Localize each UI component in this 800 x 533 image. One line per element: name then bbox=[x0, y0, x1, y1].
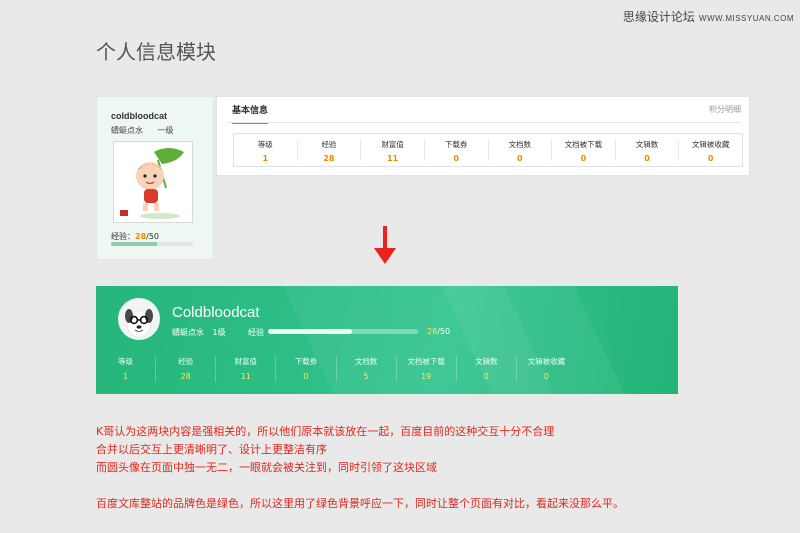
stat-value: 0 bbox=[644, 154, 650, 163]
new-stats-row: 等级 1 经验 28 财富值 11 下载券 0 文档数 5 文档被下载 19 文辑数 0 文辑… bbox=[96, 356, 576, 382]
old-level: 一级 bbox=[157, 126, 174, 135]
note-line: K哥认为这两块内容是强相关的，所以他们原本就该放在一起，百度目前的这种交互十分不… bbox=[96, 425, 555, 438]
stat-label: 等级 bbox=[257, 140, 273, 149]
cartoon-avatar-icon bbox=[114, 142, 192, 222]
old-stat-item[interactable]: 等级 1 bbox=[234, 139, 298, 163]
new-exp-label: 经验 bbox=[248, 328, 264, 337]
stat-label: 文辑被收藏 bbox=[527, 357, 566, 366]
stat-value: 0 bbox=[453, 154, 459, 163]
old-user-meta: 蜻蜓点水 一级 bbox=[111, 125, 174, 136]
old-stat-item[interactable]: 下载券 0 bbox=[425, 139, 489, 163]
stat-label: 经验 bbox=[321, 140, 337, 149]
stat-value: 11 bbox=[386, 154, 399, 163]
stat-label: 文档数 bbox=[508, 140, 532, 149]
old-stats-panel: 基本信息 积分明细 等级 1 经验 28 财富值 11 下载券 0 文档数 0 文档被下载… bbox=[216, 96, 750, 176]
dog-avatar-icon bbox=[120, 300, 158, 338]
stat-value: 11 bbox=[240, 372, 251, 381]
stat-value: 19 bbox=[421, 372, 432, 381]
old-username[interactable]: coldbloodcat bbox=[111, 111, 167, 121]
stat-value: 0 bbox=[543, 372, 549, 381]
new-nickname: 蜻蜓点水 bbox=[172, 328, 204, 337]
new-avatar[interactable] bbox=[118, 298, 160, 340]
new-profile-panel: Coldbloodcat 蜻蜓点水 1级 经验 28/50 等级 1 经验 28 财… bbox=[96, 286, 678, 394]
stat-value: 1 bbox=[262, 154, 269, 163]
stat-value: 0 bbox=[517, 154, 523, 163]
new-username[interactable]: Coldbloodcat bbox=[172, 304, 260, 321]
stat-label: 文辑被收藏 bbox=[691, 140, 730, 149]
stat-label: 财富值 bbox=[381, 140, 404, 149]
note-line: 百度文库整站的品牌色是绿色，所以这里用了绿色背景呼应一下，同时让整个页面有对比，… bbox=[96, 497, 624, 510]
new-stat-item[interactable]: 等级 1 bbox=[96, 356, 157, 382]
old-stat-item[interactable]: 文辑数 0 bbox=[616, 139, 680, 163]
design-notes: K哥认为这两块内容是强相关的，所以他们原本就该放在一起，百度目前的这种交互十分不… bbox=[96, 423, 624, 513]
new-stat-item[interactable]: 文档被下载 19 bbox=[397, 356, 457, 382]
old-exp-max: /50 bbox=[146, 232, 160, 241]
stat-value: 28 bbox=[323, 154, 335, 163]
old-exp-progress-fill bbox=[111, 242, 157, 246]
stat-value: 1 bbox=[123, 372, 129, 381]
old-avatar[interactable] bbox=[113, 141, 193, 223]
stat-label: 经验 bbox=[178, 357, 194, 366]
note-line: 而圆头像在页面中独一无二，一眼就会被关注到，同时引领了这块区域 bbox=[96, 461, 437, 474]
stat-value: 5 bbox=[363, 372, 369, 381]
old-stat-item[interactable]: 文档数 0 bbox=[489, 139, 553, 163]
stat-value: 0 bbox=[303, 372, 309, 381]
old-profile-card: coldbloodcat 蜻蜓点水 一级 经验：28/50 bbox=[96, 96, 214, 260]
new-exp-value: 28 bbox=[427, 327, 438, 336]
new-stat-item[interactable]: 文辑被收藏 0 bbox=[517, 356, 576, 382]
stat-label: 文档数 bbox=[354, 357, 378, 366]
new-stat-item[interactable]: 财富值 11 bbox=[216, 356, 277, 382]
stat-label: 文辑数 bbox=[635, 140, 659, 149]
stat-label: 下载券 bbox=[444, 140, 468, 149]
stat-value: 0 bbox=[483, 372, 489, 381]
stat-label: 下载券 bbox=[294, 357, 318, 366]
stat-value: 28 bbox=[180, 372, 191, 381]
points-detail-link[interactable]: 积分明细 bbox=[709, 104, 741, 115]
stat-value: 0 bbox=[580, 154, 587, 163]
old-stat-item[interactable]: 经验 28 bbox=[298, 139, 362, 163]
old-stats-row: 等级 1 经验 28 财富值 11 下载券 0 文档数 0 文档被下载 0 文辑数 0 文辑被… bbox=[233, 133, 743, 167]
new-exp-progress-bar bbox=[268, 329, 418, 334]
new-stat-item[interactable]: 经验 28 bbox=[156, 356, 217, 382]
new-user-meta: 蜻蜓点水 1级 bbox=[172, 327, 226, 338]
stat-label: 文辑数 bbox=[475, 357, 498, 366]
stat-label: 等级 bbox=[118, 357, 134, 366]
stat-label: 文档被下载 bbox=[564, 140, 603, 149]
note-gap bbox=[96, 477, 624, 495]
down-arrow-icon bbox=[374, 226, 396, 264]
tab-divider bbox=[227, 122, 741, 123]
new-exp-text: 28/50 bbox=[427, 327, 450, 336]
stat-label: 文档被下载 bbox=[407, 357, 445, 366]
stat-label: 财富值 bbox=[234, 357, 258, 366]
old-exp-label: 经验： bbox=[111, 232, 135, 241]
old-stat-item[interactable]: 文档被下载 0 bbox=[552, 139, 616, 163]
watermark-text: 思缘设计论坛 bbox=[622, 10, 695, 24]
new-level: 1级 bbox=[212, 328, 226, 337]
old-exp-progress-bar bbox=[111, 242, 193, 246]
new-exp-progress-fill bbox=[268, 329, 352, 334]
old-exp-text: 经验：28/50 bbox=[111, 231, 159, 242]
new-stat-item[interactable]: 文档数 5 bbox=[337, 356, 397, 382]
page-title: 个人信息模块 bbox=[96, 40, 216, 64]
tab-basic-info[interactable]: 基本信息 bbox=[232, 103, 269, 124]
watermark: 思缘设计论坛 WWW.MISSYUAN.COM bbox=[623, 8, 794, 25]
old-stat-item[interactable]: 财富值 11 bbox=[361, 139, 425, 163]
new-exp-max: /50 bbox=[437, 327, 451, 336]
old-stat-item[interactable]: 文辑被收藏 0 bbox=[679, 139, 742, 163]
note-line: 合并以后交互上更清晰明了、设计上更整洁有序 bbox=[96, 443, 327, 456]
old-exp-value: 28 bbox=[135, 232, 147, 241]
stat-value: 0 bbox=[707, 154, 714, 163]
watermark-url: WWW.MISSYUAN.COM bbox=[698, 14, 794, 23]
old-nickname: 蜻蜓点水 bbox=[111, 126, 143, 135]
new-stat-item[interactable]: 文辑数 0 bbox=[457, 356, 517, 382]
new-stat-item[interactable]: 下载券 0 bbox=[276, 356, 337, 382]
